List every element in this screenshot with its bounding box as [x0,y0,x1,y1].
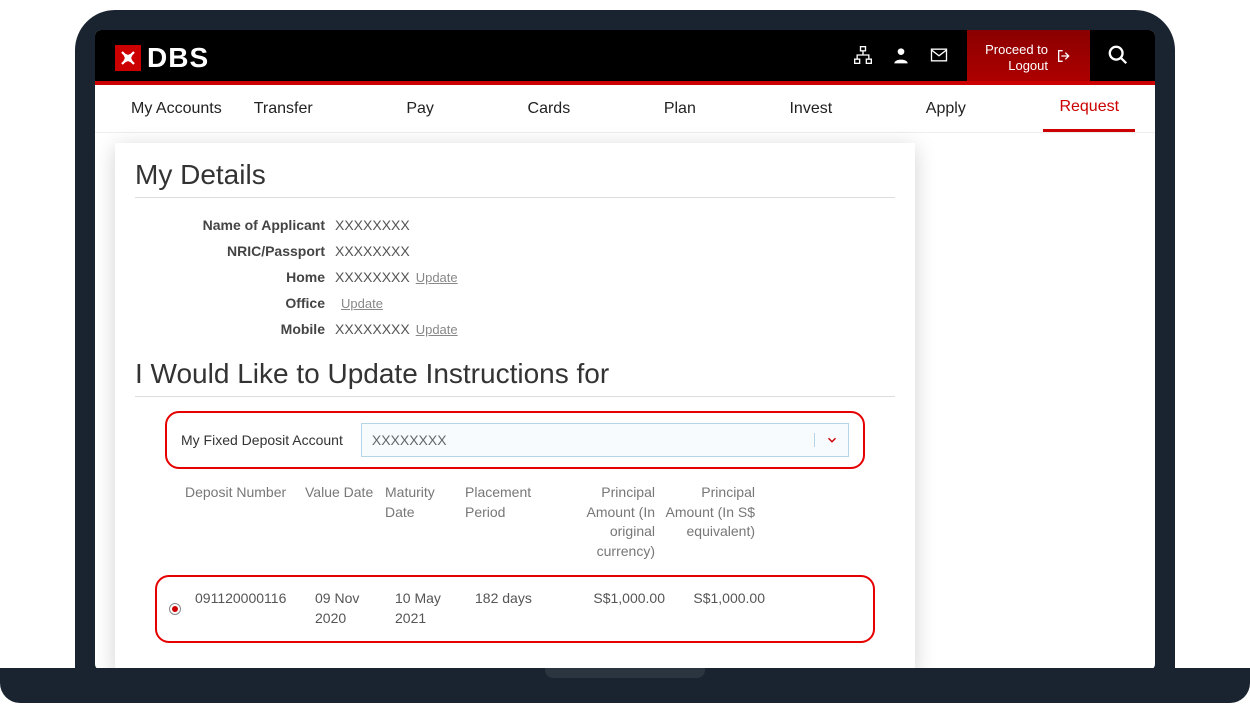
main-nav: My Accounts Transfer Pay Cards Plan Inve… [95,85,1155,133]
detail-home: Home XXXXXXXX Update [135,264,895,290]
th-maturity-date: Maturity Date [385,483,465,522]
topbar: DBS Proceed to Logout [95,30,1155,85]
update-mobile-link[interactable]: Update [416,322,458,337]
th-principal-sgd: Principal Amount (In S$ equivalent) [665,483,765,542]
sitemap-icon[interactable] [853,45,873,70]
table-row[interactable]: 091120000116 09 Nov 2020 10 May 2021 182… [165,589,865,628]
detail-office-label: Office [135,295,335,311]
detail-home-value: XXXXXXXX [335,269,410,285]
detail-name: Name of Applicant XXXXXXXX [135,212,895,238]
logout-icon [1056,48,1072,68]
td-principal-orig: S$1,000.00 [575,589,675,628]
brand-text: DBS [147,42,209,74]
detail-nric-label: NRIC/Passport [135,243,335,259]
td-value-date: 09 Nov 2020 [315,589,395,628]
search-button[interactable] [1090,30,1145,85]
laptop-frame: DBS Proceed to Logout [75,10,1175,670]
row-radio[interactable] [169,603,181,615]
td-deposit-number: 091120000116 [195,589,315,628]
nav-apply[interactable]: Apply [910,85,982,132]
brand-logo[interactable]: DBS [115,42,209,74]
nav-invest[interactable]: Invest [773,85,848,132]
main-card: My Details Name of Applicant XXXXXXXX NR… [115,143,915,670]
update-office-link[interactable]: Update [341,296,383,311]
nav-transfer[interactable]: Transfer [238,85,329,132]
update-instructions-title: I Would Like to Update Instructions for [135,358,895,397]
update-home-link[interactable]: Update [416,270,458,285]
user-icon[interactable] [891,45,911,70]
account-select-value: XXXXXXXX [362,432,814,448]
detail-mobile-label: Mobile [135,321,335,337]
content: My Details Name of Applicant XXXXXXXX NR… [95,133,1155,670]
nav-cards[interactable]: Cards [512,85,587,132]
th-deposit-number: Deposit Number [185,483,305,503]
detail-nric-value: XXXXXXXX [335,243,410,259]
td-principal-sgd: S$1,000.00 [675,589,775,628]
my-details-title: My Details [135,159,895,198]
detail-name-value: XXXXXXXX [335,217,410,233]
th-principal-orig: Principal Amount (In original currency) [565,483,665,561]
table-header: Deposit Number Value Date Maturity Date … [155,483,875,575]
td-maturity-date: 10 May 2021 [395,589,475,628]
detail-name-label: Name of Applicant [135,217,335,233]
chevron-down-icon [814,433,848,447]
nav-my-accounts[interactable]: My Accounts [115,85,238,132]
th-value-date: Value Date [305,483,385,503]
brand-icon [115,45,141,71]
logout-line2: Logout [985,58,1048,74]
laptop-base [0,668,1250,703]
detail-mobile: Mobile XXXXXXXX Update [135,316,895,342]
topbar-accent [95,81,1155,85]
app-screen: DBS Proceed to Logout [95,30,1155,670]
detail-mobile-value: XXXXXXXX [335,321,410,337]
deposits-table: Deposit Number Value Date Maturity Date … [155,483,875,643]
logout-line1: Proceed to [985,42,1048,58]
td-placement-period: 182 days [475,589,575,628]
deposit-row-callout: 091120000116 09 Nov 2020 10 May 2021 182… [155,575,875,642]
nav-request[interactable]: Request [1043,85,1135,132]
mail-icon[interactable] [929,45,949,70]
detail-home-label: Home [135,269,335,285]
detail-nric: NRIC/Passport XXXXXXXX [135,238,895,264]
detail-office: Office Update [135,290,895,316]
account-selector-label: My Fixed Deposit Account [181,432,343,448]
account-selector-callout: My Fixed Deposit Account XXXXXXXX [165,411,865,469]
search-icon [1107,44,1129,71]
th-placement-period: Placement Period [465,483,565,522]
nav-plan[interactable]: Plan [648,85,712,132]
nav-pay[interactable]: Pay [390,85,450,132]
account-select[interactable]: XXXXXXXX [361,423,849,457]
logout-button[interactable]: Proceed to Logout [967,30,1090,85]
